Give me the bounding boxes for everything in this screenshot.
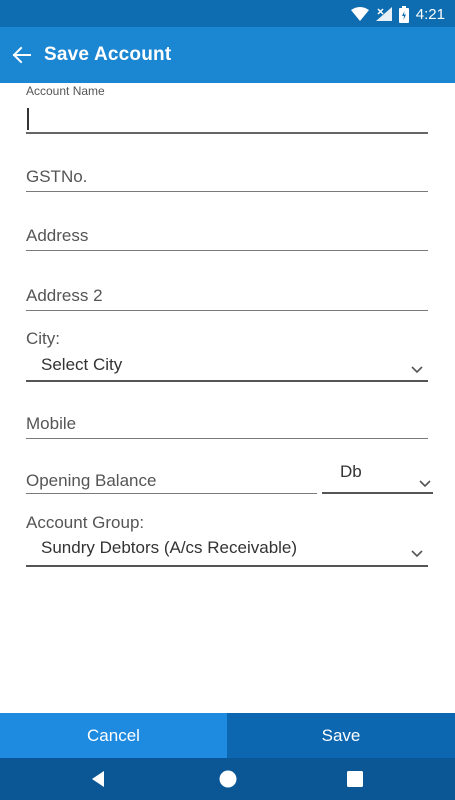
cancel-button[interactable]: Cancel	[0, 713, 227, 758]
city-field: City: Select City	[26, 329, 428, 385]
city-label: City:	[26, 329, 60, 348]
city-underline	[26, 380, 428, 382]
arrow-left-icon	[12, 46, 31, 64]
account-group-select[interactable]: Sundry Debtors (A/cs Receivable)	[26, 535, 428, 567]
balance-type-select[interactable]: Db	[322, 458, 433, 494]
status-icons: 4:21	[350, 4, 445, 24]
account-group-label: Account Group:	[26, 513, 145, 532]
account-name-field[interactable]: Account Name	[26, 84, 428, 136]
balance-type-underline	[322, 492, 433, 494]
app-bar: Save Account	[0, 27, 455, 83]
save-button[interactable]: Save	[227, 713, 455, 758]
recents-square-icon[interactable]	[345, 769, 365, 789]
address2-underline	[26, 310, 428, 311]
gst-no-underline	[26, 191, 428, 192]
city-select[interactable]: Select City	[26, 351, 428, 382]
opening-balance-placeholder: Opening Balance	[26, 471, 157, 490]
mobile-field[interactable]: Mobile	[26, 412, 428, 442]
chevron-down-icon	[419, 480, 431, 488]
action-bar: Cancel Save	[0, 713, 455, 758]
address-placeholder: Address	[26, 226, 89, 245]
wifi-icon	[350, 7, 369, 21]
back-button[interactable]	[8, 41, 36, 69]
back-triangle-icon[interactable]	[89, 769, 109, 789]
page-title: Save Account	[44, 44, 172, 65]
battery-icon	[398, 5, 409, 23]
balance-type-value: Db	[340, 462, 362, 481]
gst-no-field[interactable]: GSTNo.	[26, 165, 428, 195]
city-selected-value: Select City	[41, 355, 123, 374]
chevron-down-icon	[411, 366, 423, 374]
address2-field[interactable]: Address 2	[26, 284, 428, 314]
opening-balance-field[interactable]: Opening Balance	[26, 469, 317, 499]
navigation-bar	[0, 758, 455, 800]
mobile-placeholder: Mobile	[26, 414, 77, 433]
text-cursor	[27, 108, 29, 130]
address2-placeholder: Address 2	[26, 286, 103, 305]
account-group-underline	[26, 565, 428, 567]
address-field[interactable]: Address	[26, 224, 428, 254]
signal-icon	[375, 7, 392, 21]
mobile-underline	[26, 438, 428, 439]
address-underline	[26, 250, 428, 251]
account-name-label: Account Name	[26, 84, 105, 98]
chevron-down-icon	[411, 550, 423, 558]
gst-no-placeholder: GSTNo.	[26, 167, 88, 186]
account-name-underline	[26, 132, 428, 134]
status-bar: 4:21	[0, 0, 455, 27]
opening-balance-underline	[26, 493, 317, 494]
clock: 4:21	[415, 5, 445, 23]
account-group-field: Account Group: Sundry Debtors (A/cs Rece…	[26, 513, 428, 569]
account-group-selected-value: Sundry Debtors (A/cs Receivable)	[41, 538, 298, 557]
home-circle-icon[interactable]	[218, 769, 238, 789]
